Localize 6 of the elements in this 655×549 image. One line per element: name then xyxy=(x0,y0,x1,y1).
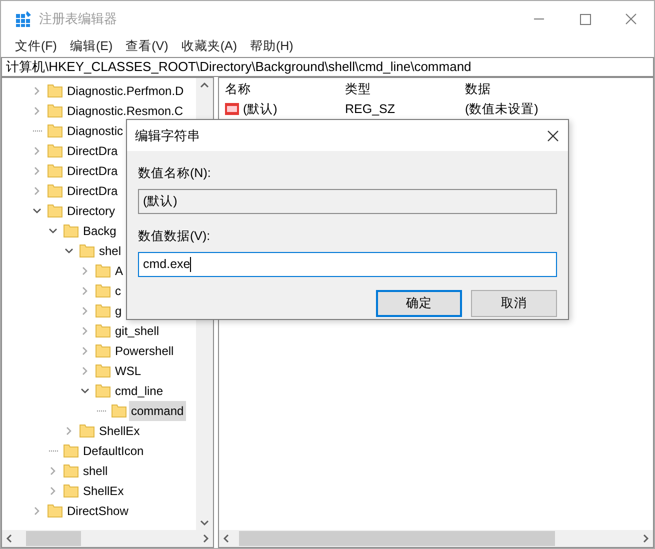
value-data: (数值未设置) xyxy=(464,100,540,118)
value-type: REG_SZ xyxy=(344,100,396,118)
window-title: 注册表编辑器 xyxy=(39,10,117,28)
field-label: 数值名称(N): xyxy=(138,165,212,182)
field-label: 数值数据(V): xyxy=(138,228,212,245)
dialog-title: 编辑字符串 xyxy=(135,126,200,145)
